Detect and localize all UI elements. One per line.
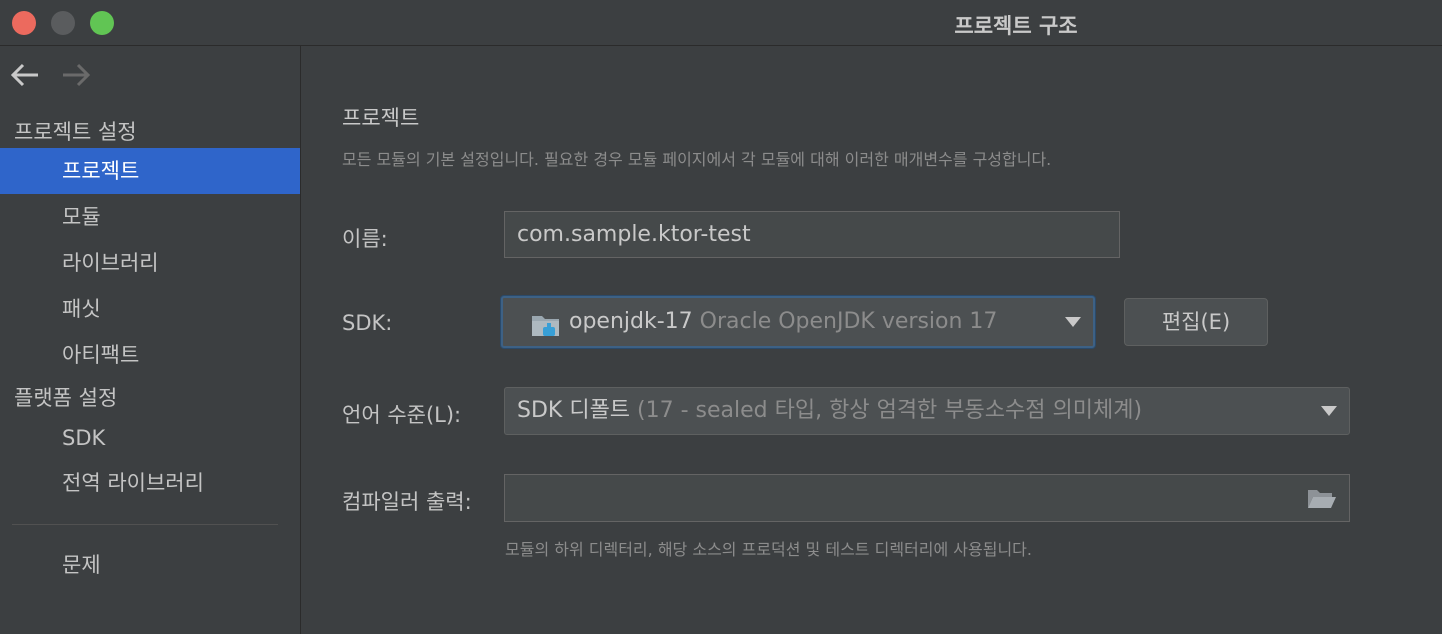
sdk-edit-button[interactable]: 편집(E) [1124, 298, 1268, 346]
language-level-label: 언어 수준(L): [342, 403, 462, 427]
sdk-dropdown[interactable]: openjdk-17 Oracle OpenJDK version 17 [501, 296, 1095, 348]
chevron-down-icon [1321, 406, 1337, 416]
main-panel: 프로젝트 모든 모듈의 기본 설정입니다. 필요한 경우 모듈 페이지에서 각 … [301, 46, 1442, 634]
sidebar-item-global-libraries[interactable]: 전역 라이브러리 [0, 460, 300, 506]
compiler-output-label: 컴파일러 출력: [342, 490, 472, 514]
sidebar-item-facets[interactable]: 패싯 [0, 286, 300, 332]
sidebar: 프로젝트 설정 프로젝트 모듈 라이브러리 패싯 아티팩트 플랫폼 설정 SDK… [0, 46, 301, 634]
chevron-down-icon [1065, 317, 1081, 327]
sidebar-item-sdk[interactable]: SDK [0, 415, 300, 461]
sdk-label: SDK: [342, 311, 393, 335]
window-title: 프로젝트 구조 [954, 14, 1078, 38]
sidebar-item-artifacts[interactable]: 아티팩트 [0, 332, 300, 378]
project-settings-header: 프로젝트 설정 [14, 120, 137, 144]
language-level-dropdown[interactable]: SDK 디폴트 (17 - sealed 타입, 항상 엄격한 부동소수점 의미… [504, 387, 1350, 435]
sidebar-divider [12, 524, 278, 525]
sdk-name: openjdk-17 [569, 309, 693, 334]
sidebar-item-project[interactable]: 프로젝트 [0, 148, 300, 194]
page-title: 프로젝트 [342, 106, 420, 130]
title-bar: 프로젝트 구조 [0, 0, 1442, 46]
compiler-output-field[interactable] [504, 474, 1350, 522]
name-label: 이름: [342, 227, 388, 251]
platform-settings-header: 플랫폼 설정 [14, 386, 118, 410]
arrow-left-icon[interactable] [10, 60, 42, 90]
jdk-folder-icon [531, 310, 563, 338]
arrow-right-icon[interactable] [60, 60, 92, 90]
sdk-detail: Oracle OpenJDK version 17 [699, 309, 998, 334]
project-name-field[interactable]: com.sample.ktor-test [504, 211, 1120, 258]
sidebar-item-libraries[interactable]: 라이브러리 [0, 240, 300, 286]
compiler-output-hint: 모듈의 하위 디렉터리, 해당 소스의 프로덕션 및 테스트 디렉터리에 사용됩… [505, 540, 1032, 559]
sidebar-item-problems[interactable]: 문제 [0, 542, 300, 588]
language-level-detail: (17 - sealed 타입, 항상 엄격한 부동소수점 의미체계) [637, 398, 1143, 423]
sidebar-item-modules[interactable]: 모듈 [0, 194, 300, 240]
browse-folder-icon[interactable] [1306, 487, 1338, 511]
language-level-value: SDK 디폴트 [517, 398, 631, 423]
page-description: 모든 모듈의 기본 설정입니다. 필요한 경우 모듈 페이지에서 각 모듈에 대… [342, 150, 1052, 169]
